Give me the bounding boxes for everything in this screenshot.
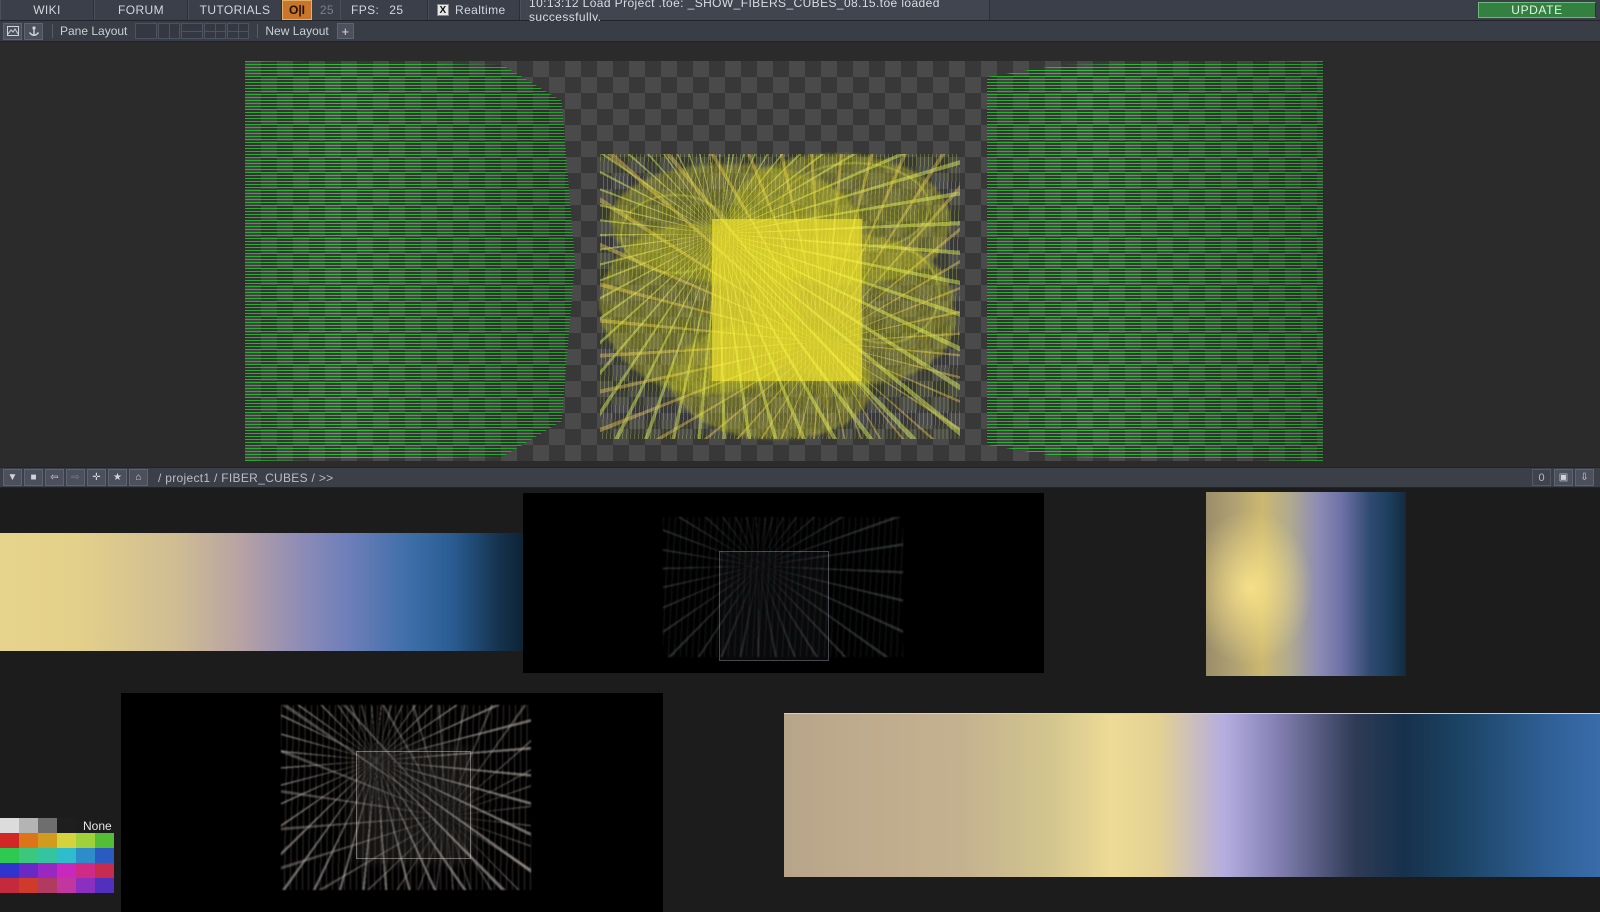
network-path-bottom[interactable]: / project1 / FIBER_CUBES / >> <box>158 471 333 485</box>
gradient-node-wide-top[interactable] <box>0 533 525 651</box>
layout-preset-group <box>135 23 250 39</box>
3d-render-viewport[interactable] <box>0 42 1600 467</box>
zoom-level-bottom[interactable]: 0 <box>1532 469 1551 486</box>
gradient-node-wide-bottom[interactable] <box>784 713 1600 877</box>
perform-toggle-button[interactable]: O|I <box>282 0 312 20</box>
new-layout-add-button[interactable]: + <box>336 23 354 39</box>
layout-preset-two-horz[interactable] <box>181 23 204 39</box>
palette-swatch[interactable] <box>19 878 38 893</box>
layout-preset-three[interactable] <box>204 23 227 39</box>
green-fiber-slab-right <box>987 61 1323 461</box>
palette-swatch[interactable] <box>19 833 38 848</box>
fiber-shading <box>987 61 1323 461</box>
palette-row-violet <box>0 863 114 878</box>
top-menu-bar: WIKI FORUM TUTORIALS O|I 25 FPS: 25 X Re… <box>0 0 1600 24</box>
wiki-link[interactable]: WIKI <box>0 0 94 20</box>
tutorials-link[interactable]: TUTORIALS <box>188 0 282 20</box>
window-glyph <box>6 26 19 36</box>
palette-swatch[interactable] <box>0 833 19 848</box>
touchdesigner-window: WIKI FORUM TUTORIALS O|I 25 FPS: 25 X Re… <box>0 0 1600 912</box>
palette-swatch[interactable] <box>38 863 57 878</box>
palette-swatch[interactable] <box>57 863 76 878</box>
palette-swatch[interactable] <box>95 848 114 863</box>
palette-swatch[interactable] <box>57 848 76 863</box>
palette-swatch[interactable] <box>76 848 95 863</box>
palette-swatch[interactable] <box>38 878 57 893</box>
palette-swatch[interactable] <box>0 848 19 863</box>
palette-swatch[interactable] <box>0 878 19 893</box>
pane-layout-label: Pane Layout <box>60 24 128 38</box>
palette-swatch[interactable] <box>19 818 38 833</box>
checkbox-checked-icon[interactable]: X <box>437 4 449 16</box>
forum-link[interactable]: FORUM <box>94 0 188 20</box>
palette-row-red <box>0 878 114 893</box>
palette-swatch[interactable] <box>19 848 38 863</box>
green-fiber-slab-left <box>245 61 575 461</box>
palette-swatch[interactable] <box>95 878 114 893</box>
wireframe-box <box>356 751 471 859</box>
window-icon[interactable] <box>3 22 22 40</box>
palette-swatch[interactable] <box>38 818 57 833</box>
yellow-particle-cloud <box>600 154 960 439</box>
fiber-shading <box>245 61 575 461</box>
palette-swatch[interactable] <box>95 863 114 878</box>
palette-swatch[interactable] <box>57 878 76 893</box>
add-operator-icon[interactable]: ✛ <box>87 469 106 486</box>
network-editor-pane[interactable]: None <box>0 488 1600 912</box>
status-message: 10:13:12 Load Project .toe: _SHOW_FIBERS… <box>520 0 990 24</box>
palette-swatch[interactable] <box>76 863 95 878</box>
divider <box>52 24 53 38</box>
palette-row-greys: None <box>0 818 114 833</box>
gradient-node-vertical[interactable] <box>1206 492 1406 676</box>
topbar-spacer <box>990 0 1478 20</box>
down-arrow-icon[interactable]: ⇩ <box>1575 469 1594 486</box>
color-palette: None <box>0 818 114 893</box>
stop-square-icon[interactable]: ■ <box>24 469 43 486</box>
anchor-icon[interactable] <box>24 22 43 40</box>
render-node-dark-top[interactable] <box>523 493 1044 673</box>
palette-swatch[interactable] <box>19 863 38 878</box>
palette-row-warm <box>0 833 114 848</box>
realtime-toggle[interactable]: X Realtime <box>428 0 520 20</box>
bookmark-star-icon[interactable]: ★ <box>108 469 127 486</box>
anchor-glyph <box>28 25 39 36</box>
layout-preset-single[interactable] <box>135 23 158 39</box>
back-arrow-icon[interactable]: ⇦ <box>45 469 64 486</box>
particle-speckle-overlay <box>600 154 960 439</box>
palette-row-cool <box>0 848 114 863</box>
palette-swatch[interactable] <box>76 833 95 848</box>
palette-swatch[interactable] <box>95 833 114 848</box>
new-layout-label: New Layout <box>265 24 329 38</box>
fps-readout: FPS: 25 <box>340 0 428 20</box>
perform-toggle-label: O|I <box>288 3 306 17</box>
frame-counter: 25 <box>319 3 334 17</box>
realtime-label: Realtime <box>455 3 506 17</box>
bottom-pane-path-bar: ▼ ■ ⇦ ⇨ ✛ ★ ⌂ / project1 / FIBER_CUBES /… <box>0 467 1600 488</box>
palette-none-label[interactable]: None <box>78 818 112 833</box>
home-icon[interactable]: ⌂ <box>129 469 148 486</box>
fit-window-icon[interactable]: ▣ <box>1554 469 1573 486</box>
pane-layout-bar: Pane Layout New Layout + <box>0 21 1600 42</box>
dropdown-arrow-icon[interactable]: ▼ <box>3 469 22 486</box>
layout-preset-grid[interactable] <box>227 23 250 39</box>
bottom-pane-right-controls: 0 ▣ ⇩ <box>1532 469 1600 486</box>
update-button[interactable]: UPDATE <box>1478 2 1596 18</box>
palette-swatch[interactable] <box>57 818 76 833</box>
palette-swatch[interactable] <box>57 833 76 848</box>
wireframe-box <box>719 551 829 661</box>
layout-preset-two-vert[interactable] <box>158 23 181 39</box>
palette-swatch[interactable] <box>38 848 57 863</box>
fps-value: 25 <box>389 3 404 17</box>
palette-swatch[interactable] <box>0 818 19 833</box>
divider <box>257 24 259 38</box>
forward-arrow-icon[interactable]: ⇨ <box>66 469 85 486</box>
fps-label: FPS: <box>351 3 380 17</box>
palette-swatch[interactable] <box>38 833 57 848</box>
palette-swatch[interactable] <box>76 878 95 893</box>
render-node-dark-bottom[interactable] <box>121 693 663 912</box>
palette-swatch[interactable] <box>0 863 19 878</box>
